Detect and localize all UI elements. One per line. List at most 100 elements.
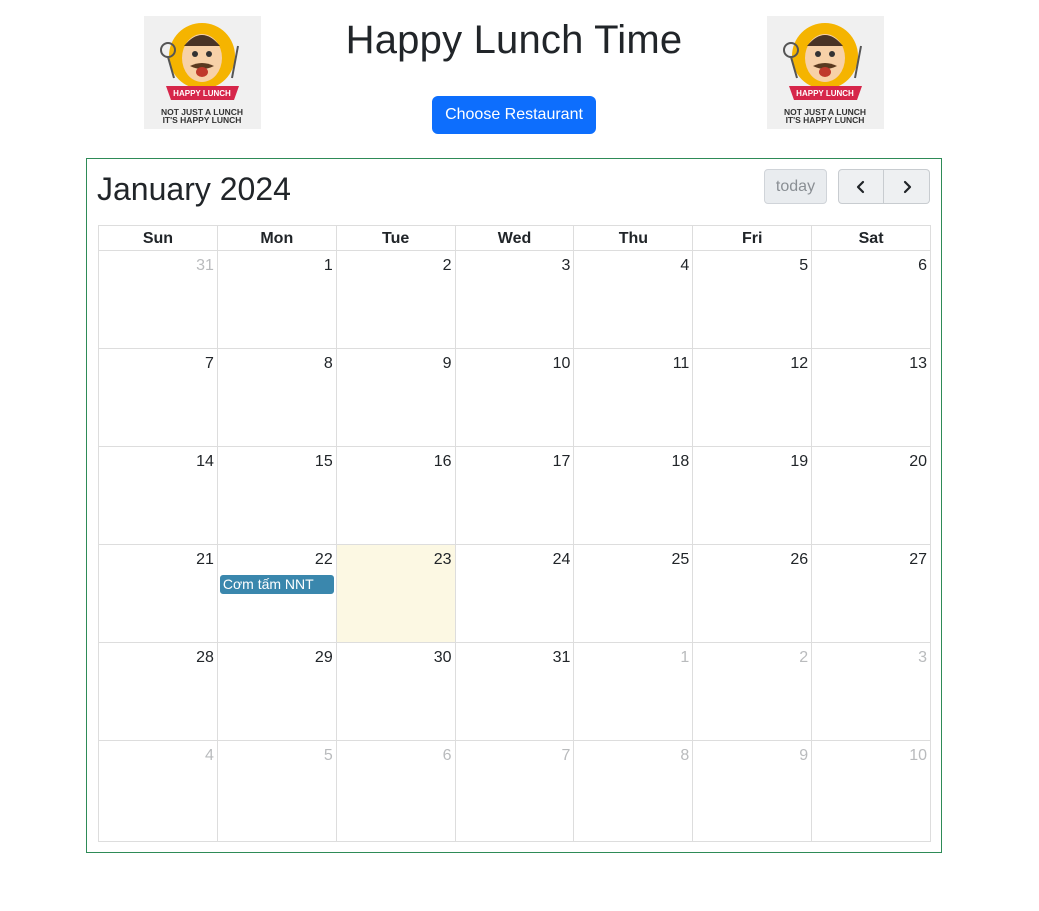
day-cell[interactable]: 6 <box>812 251 930 348</box>
day-cell[interactable]: 10 <box>456 349 575 446</box>
weekday-header-thu: Thu <box>574 226 694 250</box>
day-number: 5 <box>323 747 333 764</box>
day-cell[interactable]: 21 <box>99 545 218 642</box>
day-number: 31 <box>552 649 571 666</box>
day-cell[interactable]: 13 <box>812 349 930 446</box>
day-cell[interactable]: 10 <box>812 741 930 841</box>
month-grid: Sun Mon Tue Wed Thu Fri Sat 31 1 2 3 4 5 6 7 8 9 10 11 12 1… <box>98 225 931 842</box>
calendar: January 2024 today Sun Mon Tue Wed Thu Fri Sat… <box>86 158 942 853</box>
choose-restaurant-button[interactable]: Choose Restaurant <box>432 96 596 134</box>
calendar-event[interactable]: Cơm tấm NNT <box>219 575 334 594</box>
day-number: 21 <box>196 551 214 568</box>
week-row: 31 1 2 3 4 5 6 <box>99 251 930 349</box>
day-cell[interactable]: 22 Cơm tấm NNT <box>218 545 337 642</box>
day-cell[interactable]: 9 <box>693 741 813 841</box>
weekday-header-tue: Tue <box>337 226 456 250</box>
day-number: 4 <box>680 257 690 274</box>
today-button[interactable]: today <box>764 169 827 204</box>
day-cell[interactable]: 11 <box>574 349 694 446</box>
day-cell[interactable]: 31 <box>99 251 218 348</box>
day-cell[interactable]: 14 <box>99 447 218 544</box>
day-cell[interactable]: 8 <box>218 349 337 446</box>
calendar-title: January 2024 <box>97 171 291 207</box>
day-cell[interactable]: 16 <box>337 447 456 544</box>
day-number: 4 <box>204 747 214 764</box>
day-cell[interactable]: 31 <box>456 643 575 740</box>
day-number: 13 <box>909 355 928 372</box>
day-cell[interactable]: 9 <box>337 349 456 446</box>
day-number: 10 <box>909 747 928 764</box>
day-cell[interactable]: 1 <box>574 643 694 740</box>
weekday-header-fri: Fri <box>693 226 813 250</box>
day-cell[interactable]: 5 <box>218 741 337 841</box>
day-cell[interactable]: 28 <box>99 643 218 740</box>
day-number: 28 <box>196 649 214 666</box>
weekday-header-sat: Sat <box>858 230 884 247</box>
day-cell[interactable]: 2 <box>337 251 456 348</box>
day-cell-today[interactable]: 23 <box>336 545 456 642</box>
day-cell[interactable]: 19 <box>693 447 813 544</box>
day-cell[interactable]: 1 <box>218 251 337 348</box>
weeks-container: 31 1 2 3 4 5 6 7 8 9 10 11 12 13 14 15 16 17 18 19 20 21 22 Cơm… <box>99 251 930 841</box>
day-number: 9 <box>442 355 452 372</box>
day-cell[interactable]: 20 <box>812 447 930 544</box>
day-number: 7 <box>561 747 571 764</box>
day-number: 25 <box>671 551 690 568</box>
day-number: 1 <box>323 257 333 274</box>
day-cell[interactable]: 3 <box>456 251 575 348</box>
day-number: 10 <box>552 355 571 372</box>
day-cell[interactable]: 12 <box>693 349 813 446</box>
day-cell[interactable]: 24 <box>456 545 575 642</box>
day-cell[interactable]: 4 <box>574 251 694 348</box>
logo-tagline-2: IT'S HAPPY LUNCH <box>786 115 865 125</box>
weekday-header-wed: Wed <box>456 226 575 250</box>
weekday-header-mon: Mon <box>218 226 337 250</box>
day-cell[interactable]: 26 <box>693 545 813 642</box>
day-cell[interactable]: 18 <box>574 447 694 544</box>
happy-lunch-logo-right: HAPPY LUNCH NOT JUST A LUNCH IT'S HAPPY … <box>767 16 884 129</box>
day-number: 27 <box>909 551 928 568</box>
day-number: 5 <box>799 257 809 274</box>
day-number: 3 <box>561 257 571 274</box>
week-row: 14 15 16 17 18 19 20 <box>99 447 930 545</box>
day-number: 11 <box>672 355 690 372</box>
day-cell[interactable]: 15 <box>218 447 337 544</box>
day-cell[interactable]: 25 <box>574 545 694 642</box>
day-number: 20 <box>909 453 928 470</box>
day-number: 8 <box>323 355 333 372</box>
day-number: 30 <box>433 649 452 666</box>
day-cell[interactable]: 2 <box>693 643 813 740</box>
day-cell[interactable]: 29 <box>218 643 337 740</box>
week-row: 28 29 30 31 1 2 3 <box>99 643 930 741</box>
weekday-header-sun: Sun <box>99 226 218 250</box>
day-cell[interactable]: 8 <box>574 741 694 841</box>
chevron-right-icon <box>903 180 911 193</box>
day-number: 29 <box>314 649 333 666</box>
day-number: 26 <box>790 551 809 568</box>
chevron-left-icon <box>856 180 865 193</box>
logo-banner-text: HAPPY LUNCH <box>173 89 231 98</box>
day-number: 15 <box>314 453 333 470</box>
week-row: 4 5 6 7 8 9 10 <box>99 741 930 841</box>
day-number: 8 <box>680 747 690 764</box>
day-number: 1 <box>680 649 690 666</box>
next-month-button[interactable] <box>884 169 930 204</box>
day-cell[interactable]: 5 <box>693 251 813 348</box>
prev-month-button[interactable] <box>838 169 884 204</box>
day-cell[interactable]: 7 <box>456 741 575 841</box>
day-cell[interactable]: 17 <box>456 447 575 544</box>
day-cell[interactable]: 4 <box>99 741 218 841</box>
day-cell[interactable]: 7 <box>99 349 218 446</box>
logo-banner-text: HAPPY LUNCH <box>796 89 854 98</box>
day-number: 18 <box>671 453 690 470</box>
day-number: 9 <box>799 747 809 764</box>
day-cell[interactable]: 30 <box>337 643 456 740</box>
day-cell[interactable]: 3 <box>812 643 930 740</box>
day-number: 12 <box>790 355 809 372</box>
week-row: 21 22 Cơm tấm NNT 23 24 25 26 27 <box>99 545 930 643</box>
day-number: 6 <box>442 747 452 764</box>
day-number: 22 <box>314 551 333 568</box>
day-cell[interactable]: 6 <box>337 741 456 841</box>
day-number: 31 <box>196 257 214 274</box>
day-cell[interactable]: 27 <box>812 545 930 642</box>
